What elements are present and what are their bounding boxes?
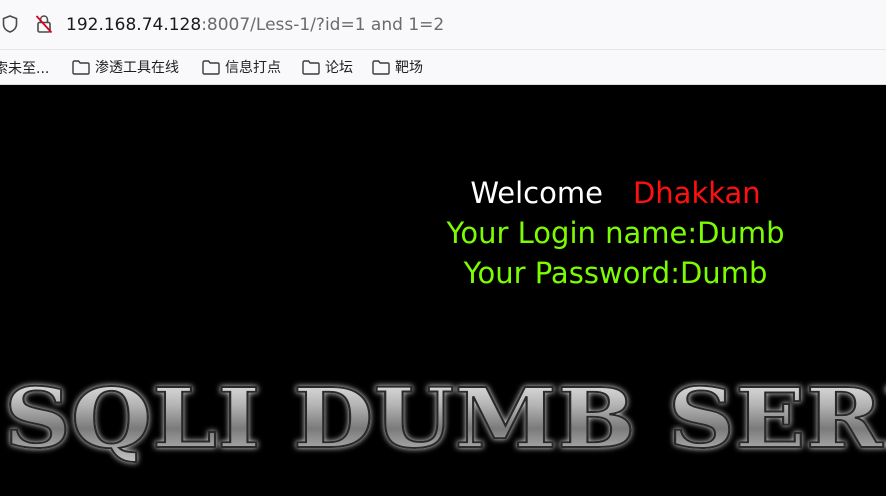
folder-icon xyxy=(302,59,320,75)
sqli-banner: SQLI DUMB SERIES xyxy=(0,365,886,496)
lock-warning-icon[interactable] xyxy=(34,13,54,35)
folder-icon xyxy=(372,59,390,75)
bookmark-label: 信息打点 xyxy=(225,60,281,76)
bookmark-folder[interactable]: 靶场 xyxy=(372,57,423,77)
folder-icon xyxy=(72,59,90,75)
bookmark-folder[interactable]: 信息打点 xyxy=(202,57,281,77)
url-bar[interactable]: 192.168.74.128:8007/Less-1/?id=1 and 1=2 xyxy=(0,0,886,50)
url-text[interactable]: 192.168.74.128:8007/Less-1/?id=1 and 1=2 xyxy=(66,13,444,37)
shield-icon[interactable] xyxy=(0,13,20,35)
welcome-line: Welcome Dhakkan xyxy=(0,175,886,211)
page-content: Welcome Dhakkan Your Login name:Dumb Your… xyxy=(0,85,886,496)
bookmark-label: 渗透工具在线 xyxy=(95,60,179,76)
folder-icon xyxy=(202,59,220,75)
banner-text: SQLI DUMB SERIES xyxy=(4,371,886,467)
bookmark-folder[interactable]: 论坛 xyxy=(302,57,353,77)
bookmark-label: 靶场 xyxy=(395,60,423,76)
login-name-line: Your Login name:Dumb xyxy=(446,216,785,250)
welcome-name: Dhakkan xyxy=(632,176,761,210)
welcome-label: Welcome xyxy=(470,176,603,210)
url-path: :8007/Less-1/?id=1 and 1=2 xyxy=(201,15,445,35)
bookmark-item[interactable]: 索未至... xyxy=(0,58,49,78)
password-line: Your Password:Dumb xyxy=(463,256,768,290)
bookmark-label: 论坛 xyxy=(325,60,353,76)
bookmarks-bar: 索未至... 渗透工具在线 信息打点 论坛 靶场 xyxy=(0,50,886,85)
url-host: 192.168.74.128 xyxy=(66,15,202,35)
bookmark-folder[interactable]: 渗透工具在线 xyxy=(72,57,179,77)
